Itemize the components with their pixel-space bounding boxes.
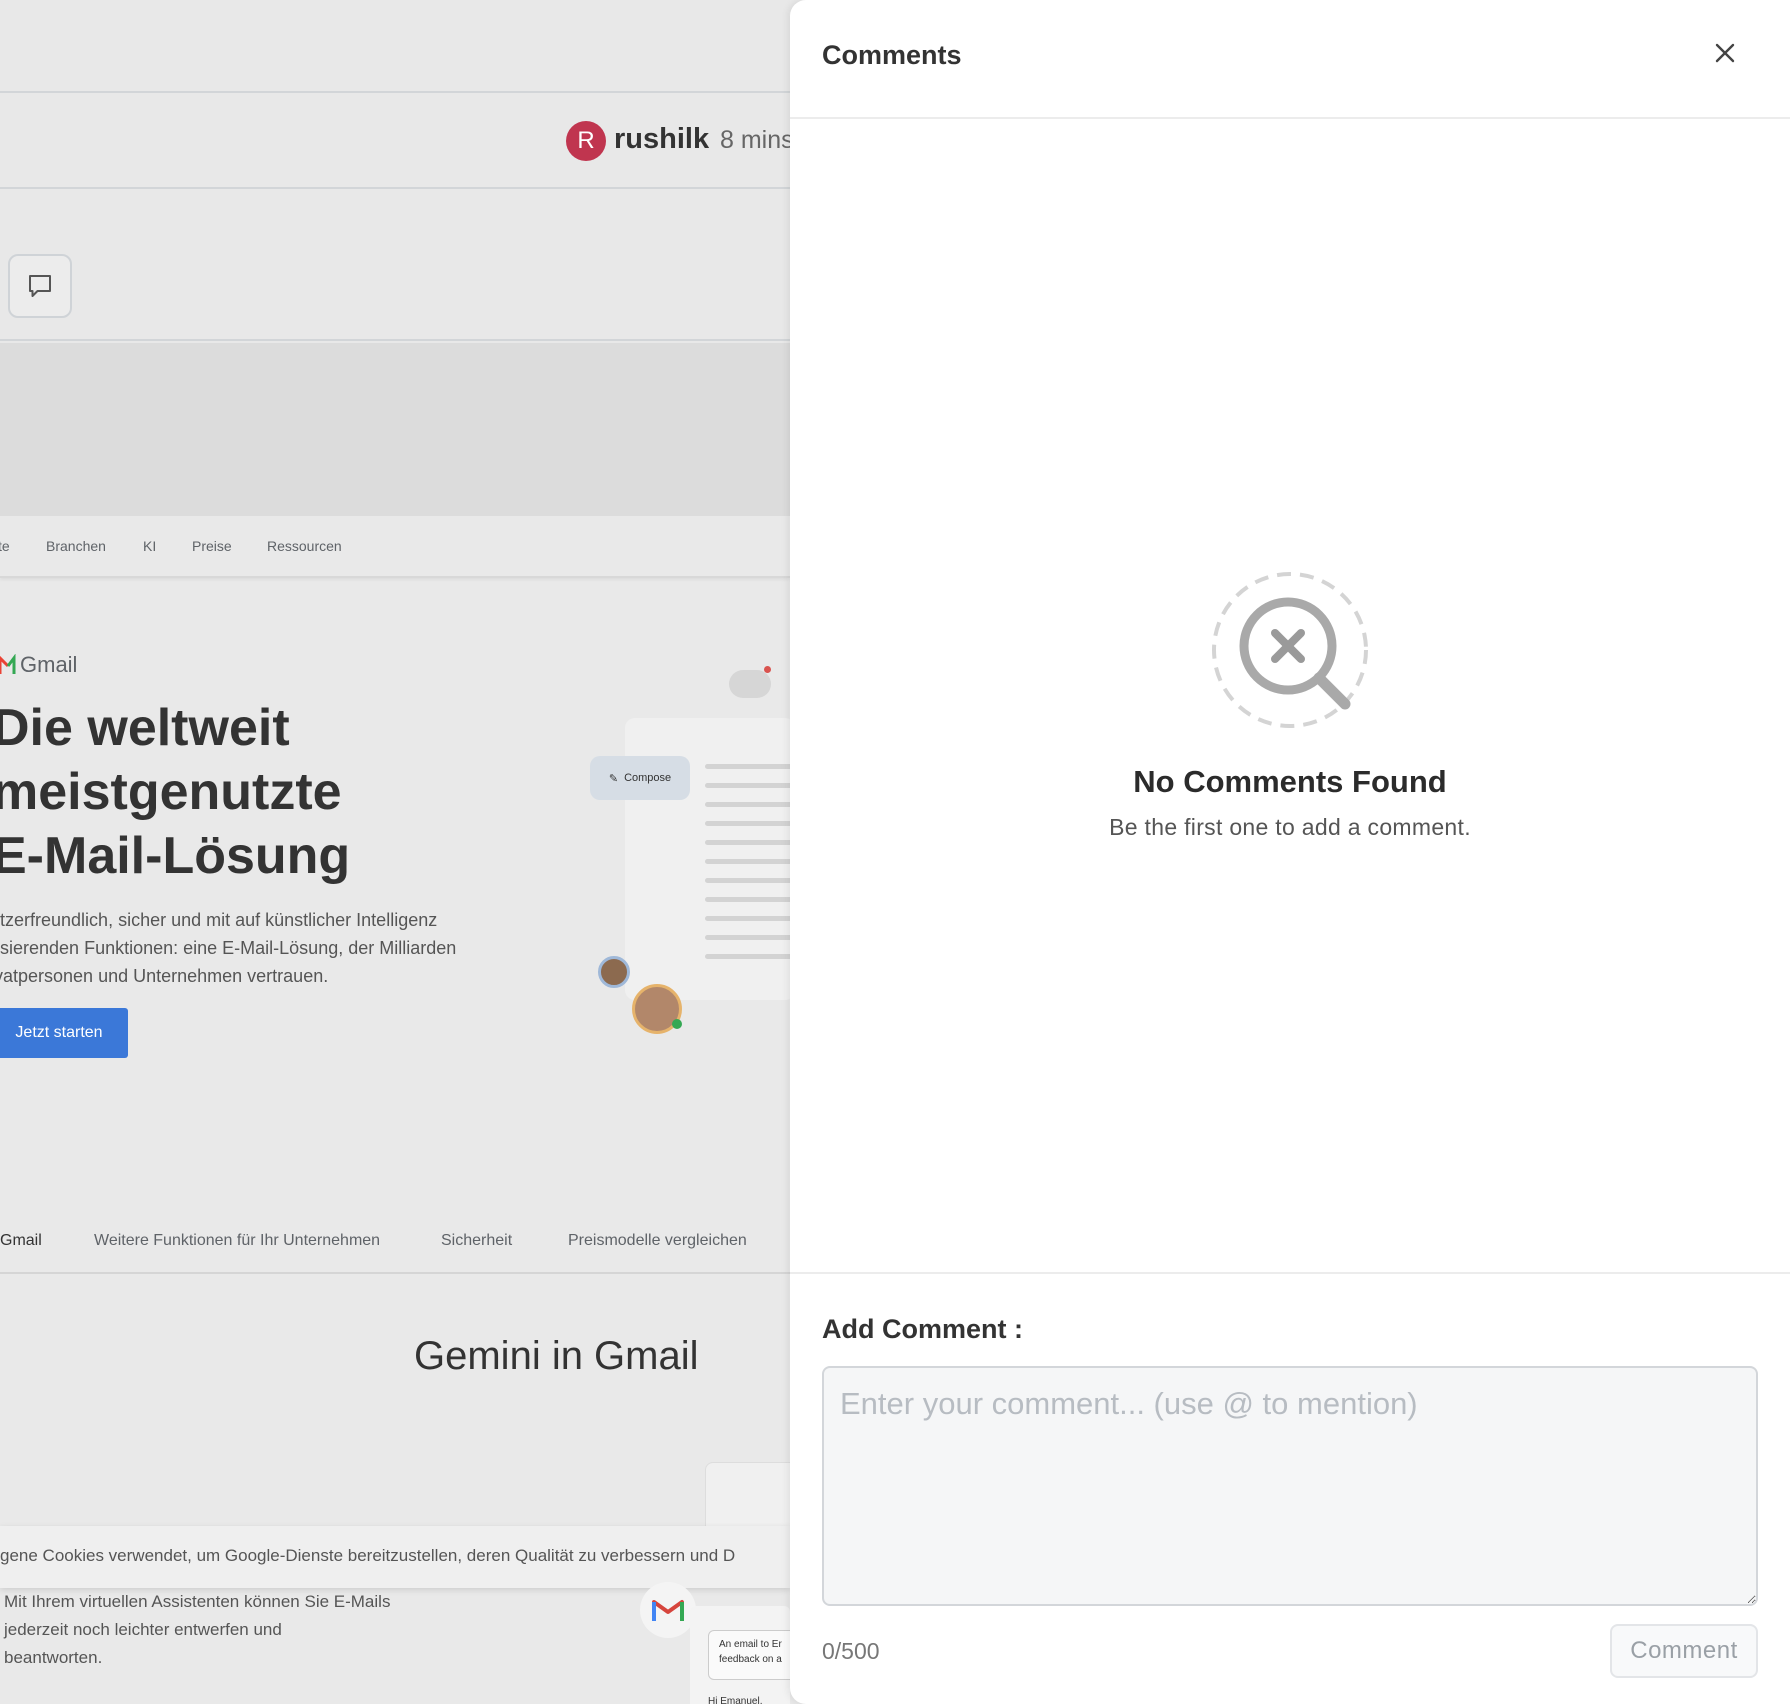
empty-state-title: No Comments Found bbox=[1133, 764, 1447, 799]
avatar: R bbox=[566, 121, 606, 161]
search-not-found-icon bbox=[1212, 572, 1368, 728]
drawer-title: Comments bbox=[822, 40, 962, 70]
section-description: Mit Ihrem virtuellen Assistenten können … bbox=[4, 1592, 391, 1667]
section-title: Gemini in Gmail bbox=[414, 1334, 699, 1378]
timestamp: 8 mins bbox=[720, 126, 790, 154]
site-nav-item: Preise bbox=[192, 538, 232, 554]
char-counter: 0/500 bbox=[822, 1638, 880, 1664]
preview-header-area bbox=[0, 343, 790, 516]
user-bar: R rushilk 8 mins bbox=[0, 93, 790, 189]
gmail-m-icon bbox=[640, 1582, 696, 1638]
add-comment-label: Add Comment : bbox=[822, 1314, 1023, 1344]
submit-comment-button[interactable]: Comment bbox=[1610, 1624, 1758, 1678]
gmail-mockup-lines bbox=[705, 764, 790, 973]
cookie-banner: gene Cookies verwendet, um Google-Dienst… bbox=[0, 1526, 790, 1588]
empty-state: No Comments Found Be the first one to ad… bbox=[790, 570, 1790, 841]
background-page: R rushilk 8 mins te Branchen KI Preise R… bbox=[0, 0, 790, 1704]
site-nav-item: KI bbox=[143, 538, 157, 554]
site-nav: te Branchen KI Preise Ressourcen bbox=[0, 516, 790, 578]
start-now-button: Jetzt starten bbox=[0, 1008, 128, 1058]
feature-tab: Sicherheit bbox=[441, 1232, 513, 1249]
compose-button: ✎ Compose bbox=[590, 756, 690, 800]
website-screenshot: te Branchen KI Preise Ressourcen Gmail D… bbox=[0, 516, 790, 1704]
open-comments-button[interactable] bbox=[8, 254, 72, 318]
top-bar bbox=[0, 0, 790, 93]
feature-tab: Weitere Funktionen für Ihr Unternehmen bbox=[94, 1232, 381, 1249]
email-card: An email to Er feedback on a bbox=[708, 1630, 790, 1680]
feature-tab: Gmail bbox=[0, 1232, 42, 1249]
site-nav-item: te bbox=[0, 538, 10, 554]
cookie-text: gene Cookies verwendet, um Google-Dienst… bbox=[0, 1546, 736, 1565]
gmail-m-icon bbox=[0, 654, 16, 674]
email-greeting: Hi Emanuel, bbox=[708, 1696, 763, 1704]
comments-drawer: Comments No Comments Found Be the first … bbox=[790, 0, 1790, 1704]
hero-subtext: utzerfreundlich, sicher und mit auf küns… bbox=[0, 910, 457, 986]
chat-bubble-icon bbox=[729, 666, 771, 698]
site-nav-item: Branchen bbox=[46, 538, 106, 554]
empty-state-subtitle: Be the first one to add a comment. bbox=[1109, 814, 1471, 840]
add-comment-section: Add Comment : 0/500 Comment bbox=[790, 1272, 1790, 1704]
close-button[interactable] bbox=[1708, 36, 1742, 70]
gmail-wordmark: Gmail bbox=[20, 652, 78, 677]
compose-label: Compose bbox=[624, 772, 672, 784]
toolbar bbox=[0, 191, 790, 341]
drawer-header: Comments bbox=[790, 0, 1790, 119]
comment-bubble-icon bbox=[29, 275, 51, 297]
close-icon bbox=[1715, 43, 1735, 63]
comment-input[interactable] bbox=[822, 1366, 1758, 1606]
pencil-icon: ✎ bbox=[608, 772, 619, 785]
username: rushilk bbox=[614, 123, 710, 155]
hero-heading: Die weltweit meistgenutzte E-Mail-Lösung bbox=[0, 699, 351, 885]
gmail-logo: Gmail bbox=[0, 652, 77, 678]
site-nav-item: Ressourcen bbox=[267, 538, 342, 554]
person-avatar-icon bbox=[598, 956, 630, 988]
person-avatar-icon bbox=[632, 984, 682, 1034]
email-mockup: An email to Er feedback on a Hi Emanuel, bbox=[690, 1606, 790, 1704]
feature-tab: Preismodelle vergleichen bbox=[568, 1232, 747, 1249]
feature-tabs: Gmail Weitere Funktionen für Ihr Unterne… bbox=[0, 1210, 790, 1274]
